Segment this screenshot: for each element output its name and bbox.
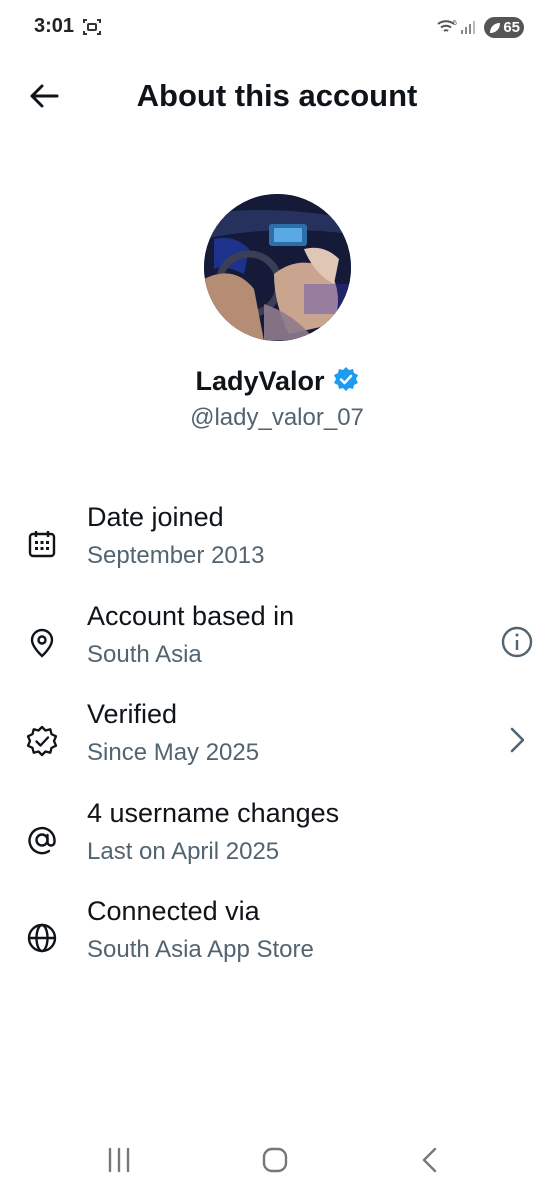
row-subtitle: Since May 2025 <box>87 739 260 766</box>
verified-badge-icon <box>333 366 359 397</box>
username-changes-row: 4 username changes Last on April 2025 <box>0 798 554 878</box>
display-name: LadyValor <box>195 366 325 396</box>
cell-signal-icon <box>460 19 478 40</box>
row-subtitle: Last on April 2025 <box>87 838 280 865</box>
page-title: About this account <box>136 78 418 113</box>
verified-badge-outline-icon <box>24 723 60 759</box>
battery-level: 65 <box>503 19 520 36</box>
globe-icon <box>24 920 60 956</box>
location-pin-icon <box>24 625 60 661</box>
chevron-right-icon[interactable] <box>496 719 538 761</box>
account-based-in-row: Account based in South Asia <box>0 601 554 681</box>
avatar-photo <box>204 194 351 341</box>
wifi-icon: 5 <box>436 18 458 41</box>
home-icon <box>262 1147 288 1173</box>
row-title: Connected via <box>87 896 260 926</box>
at-sign-icon <box>24 822 60 858</box>
calendar-icon <box>24 526 60 562</box>
row-title: Date joined <box>87 502 224 532</box>
chevron-left-icon <box>422 1147 437 1173</box>
row-title: 4 username changes <box>87 798 340 828</box>
handle: @lady_valor_07 <box>190 404 364 431</box>
date-joined-row: Date joined September 2013 <box>0 502 554 582</box>
status-bar: 3:01 5 65 <box>0 0 554 56</box>
back-button[interactable] <box>26 78 62 114</box>
info-icon[interactable] <box>496 621 538 663</box>
connected-via-row: Connected via South Asia App Store <box>0 896 554 976</box>
power-saving-leaf-icon <box>489 21 501 38</box>
arrow-left-icon <box>30 84 59 108</box>
row-subtitle: September 2013 <box>87 542 265 569</box>
system-nav-bar <box>0 1130 554 1190</box>
verified-row[interactable]: Verified Since May 2025 <box>0 699 554 779</box>
recent-apps-icon <box>108 1147 130 1173</box>
svg-text:5: 5 <box>453 20 457 27</box>
row-subtitle: South Asia App Store <box>87 936 314 963</box>
display-name-row: LadyValor <box>0 366 554 397</box>
avatar[interactable] <box>204 194 351 341</box>
row-title: Account based in <box>87 601 295 631</box>
recent-apps-button[interactable] <box>95 1142 143 1178</box>
status-time: 3:01 <box>34 15 75 37</box>
row-title: Verified <box>87 699 178 729</box>
screenshot-icon <box>82 17 102 42</box>
system-back-button[interactable] <box>406 1142 454 1178</box>
battery-indicator: 65 <box>484 17 524 38</box>
row-subtitle: South Asia <box>87 641 202 668</box>
home-button[interactable] <box>251 1142 299 1178</box>
